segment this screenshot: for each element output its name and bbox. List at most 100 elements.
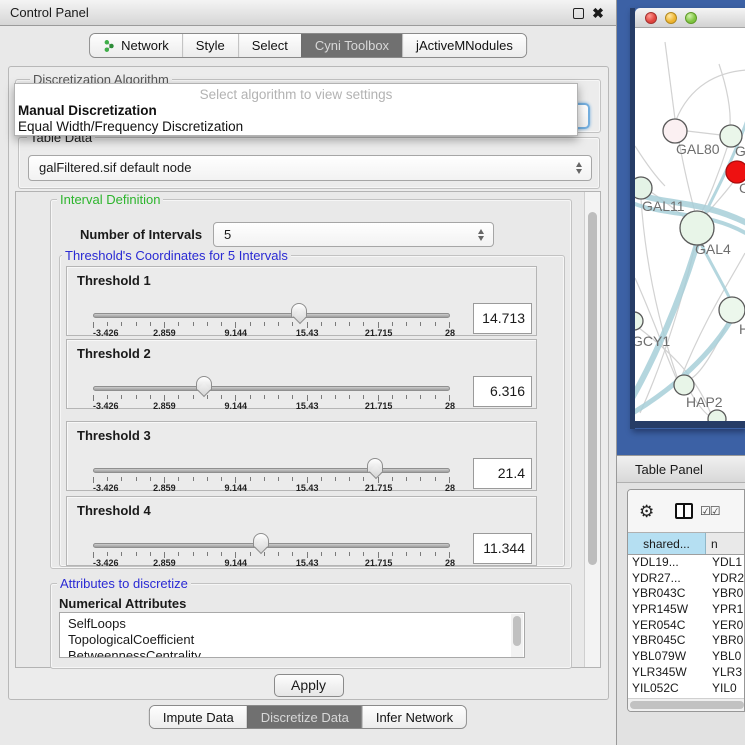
table-data-value: galFiltered.sif default node bbox=[39, 156, 191, 180]
attribute-list-item[interactable]: SelfLoops bbox=[60, 616, 524, 632]
slider-track[interactable] bbox=[93, 313, 450, 318]
threshold-slider[interactable]: -3.4262.8599.14415.4321.71528 bbox=[93, 340, 450, 408]
network-node-h[interactable] bbox=[719, 297, 745, 323]
tick-mark bbox=[150, 395, 151, 399]
network-window[interactable]: GAL80 GA C GAL11 GAL4 GCY1 H HAP2 bbox=[630, 8, 745, 429]
network-node-gal4[interactable] bbox=[680, 211, 714, 245]
tab-impute-data[interactable]: Impute Data bbox=[150, 706, 247, 728]
attribute-list-item[interactable]: BetweennessCentrality bbox=[60, 648, 524, 658]
cell-name[interactable]: YDL1 bbox=[706, 555, 744, 571]
threshold-value-field[interactable]: 14.713 bbox=[473, 303, 532, 334]
node-label-gcy1: GCY1 bbox=[635, 333, 670, 349]
tick-mark bbox=[292, 322, 293, 326]
threshold-value-field[interactable]: 6.316 bbox=[473, 376, 532, 407]
tick-label: 9.144 bbox=[225, 328, 248, 338]
threshold-slider[interactable]: -3.4262.8599.14415.4321.71528 bbox=[93, 267, 450, 335]
tick-mark bbox=[349, 477, 350, 481]
cell-name[interactable]: YBR0 bbox=[706, 633, 744, 649]
threshold-slider[interactable]: -3.4262.8599.14415.4321.71528 bbox=[93, 497, 450, 565]
table-row[interactable]: YBL079WYBL0 bbox=[628, 649, 744, 665]
table-row[interactable]: YER054CYER0 bbox=[628, 618, 744, 634]
cell-name[interactable]: YPR1 bbox=[706, 602, 744, 618]
threshold-value-field[interactable]: 21.4 bbox=[473, 458, 532, 489]
number-of-intervals-select[interactable]: 5 bbox=[213, 222, 494, 247]
cell-name[interactable]: YBR0 bbox=[706, 586, 744, 602]
tab-network[interactable]: Network bbox=[90, 34, 182, 57]
tab-infer-network[interactable]: Infer Network bbox=[362, 706, 466, 728]
table-row[interactable]: YDL19...YDL1 bbox=[628, 555, 744, 571]
cell-name[interactable]: YBL0 bbox=[706, 649, 744, 665]
cell-name[interactable]: YDR2 bbox=[706, 571, 744, 587]
network-canvas[interactable]: GAL80 GA C GAL11 GAL4 GCY1 H HAP2 bbox=[635, 28, 745, 421]
tick-mark bbox=[107, 395, 108, 399]
settings-scrollbar[interactable] bbox=[584, 192, 600, 667]
table-row[interactable]: YIL052CYIL0 bbox=[628, 681, 744, 695]
tick-mark bbox=[250, 395, 251, 399]
table-row[interactable]: YPR145WYPR1 bbox=[628, 602, 744, 618]
tick-label: 2.859 bbox=[153, 401, 176, 411]
settings-gear-icon[interactable]: ⚙ bbox=[639, 502, 654, 522]
attributes-scrollbar[interactable] bbox=[511, 614, 523, 658]
cell-shared-name[interactable]: YDR27... bbox=[628, 571, 706, 587]
cell-shared-name[interactable]: YIL052C bbox=[628, 681, 706, 695]
slider-track[interactable] bbox=[93, 386, 450, 391]
apply-button[interactable]: Apply bbox=[274, 674, 344, 697]
cell-name[interactable]: YIL0 bbox=[706, 681, 744, 695]
network-node-gal80[interactable] bbox=[663, 119, 687, 143]
close-icon[interactable]: ✖ bbox=[590, 0, 606, 26]
table-row[interactable]: YDR27...YDR2 bbox=[628, 571, 744, 587]
attribute-list-item[interactable]: TopologicalCoefficient bbox=[60, 632, 524, 648]
slider-track[interactable] bbox=[93, 468, 450, 473]
cell-name[interactable]: YLR3 bbox=[706, 665, 744, 681]
tick-mark bbox=[136, 395, 137, 399]
tick-label: 21.715 bbox=[365, 483, 393, 493]
network-node-gcy1[interactable] bbox=[635, 312, 643, 330]
slider-handle-icon[interactable] bbox=[367, 458, 383, 473]
cell-shared-name[interactable]: YBR043C bbox=[628, 586, 706, 602]
threshold-row: Threshold 1 -3.4262.8599.14415.4321.7152… bbox=[66, 266, 537, 336]
table-row[interactable]: YLR345WYLR3 bbox=[628, 665, 744, 681]
column-header-name[interactable]: n bbox=[706, 533, 744, 554]
network-node-hap2[interactable] bbox=[674, 375, 694, 395]
close-traffic-light-icon[interactable] bbox=[645, 12, 657, 24]
zoom-traffic-light-icon[interactable] bbox=[685, 12, 697, 24]
cell-shared-name[interactable]: YLR345W bbox=[628, 665, 706, 681]
tab-select[interactable]: Select bbox=[238, 34, 301, 57]
threshold-value-field[interactable]: 11.344 bbox=[473, 533, 532, 564]
numerical-attributes-list[interactable]: SelfLoopsTopologicalCoefficientBetweenne… bbox=[59, 612, 525, 658]
minimize-traffic-light-icon[interactable] bbox=[665, 12, 677, 24]
slider-handle-icon[interactable] bbox=[291, 303, 307, 318]
tick-mark bbox=[264, 322, 265, 326]
column-header-shared-name[interactable]: shared... bbox=[628, 533, 706, 554]
threshold-slider[interactable]: -3.4262.8599.14415.4321.71528 bbox=[93, 422, 450, 490]
float-window-icon[interactable] bbox=[573, 8, 584, 19]
algorithm-option-equal-width[interactable]: Equal Width/Frequency Discretization bbox=[15, 119, 577, 135]
tick-mark bbox=[278, 477, 279, 481]
table-row[interactable]: YBR043CYBR0 bbox=[628, 586, 744, 602]
tick-mark bbox=[335, 322, 336, 326]
tab-style[interactable]: Style bbox=[182, 34, 238, 57]
slider-handle-icon[interactable] bbox=[253, 533, 269, 548]
network-window-titlebar bbox=[635, 8, 745, 28]
split-view-icon[interactable] bbox=[675, 503, 693, 519]
select-columns-icon[interactable]: ☑☑ bbox=[700, 504, 720, 518]
slider-track[interactable] bbox=[93, 543, 450, 548]
table-data-select[interactable]: galFiltered.sif default node bbox=[28, 155, 592, 181]
slider-handle-icon[interactable] bbox=[196, 376, 212, 391]
tab-discretize-data[interactable]: Discretize Data bbox=[247, 706, 362, 728]
cell-shared-name[interactable]: YPR145W bbox=[628, 602, 706, 618]
algorithm-option-manual[interactable]: Manual Discretization bbox=[15, 103, 577, 119]
tab-cyni-toolbox[interactable]: Cyni Toolbox bbox=[301, 34, 402, 57]
tab-jactivemnodules[interactable]: jActiveMNodules bbox=[402, 34, 526, 57]
tick-mark bbox=[435, 477, 436, 481]
cell-shared-name[interactable]: YER054C bbox=[628, 618, 706, 634]
network-node-gal11[interactable] bbox=[635, 177, 652, 199]
bottom-tab-bar: Impute DataDiscretize DataInfer Network bbox=[149, 705, 467, 729]
cell-shared-name[interactable]: YBR045C bbox=[628, 633, 706, 649]
table-horizontal-scrollbar[interactable] bbox=[628, 698, 744, 711]
cell-name[interactable]: YER0 bbox=[706, 618, 744, 634]
cell-shared-name[interactable]: YDL19... bbox=[628, 555, 706, 571]
cell-shared-name[interactable]: YBL079W bbox=[628, 649, 706, 665]
tick-mark bbox=[321, 322, 322, 326]
table-row[interactable]: YBR045CYBR0 bbox=[628, 633, 744, 649]
